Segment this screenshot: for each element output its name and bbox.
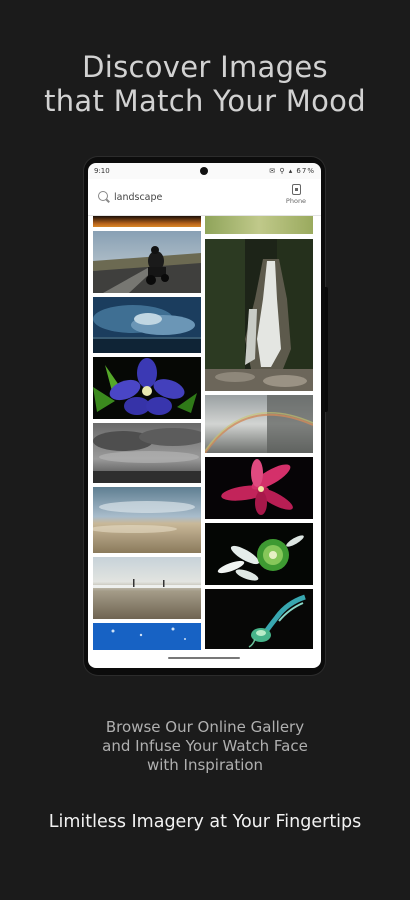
gallery-image-sunset-strip[interactable]	[93, 216, 201, 227]
gallery-image-grey-storm-clouds[interactable]	[93, 423, 201, 483]
phone-button[interactable]: Phone	[280, 182, 312, 212]
status-time: 9:10	[94, 167, 110, 175]
camera-icon	[200, 167, 208, 175]
subtitle-line-3: with Inspiration	[146, 756, 264, 774]
gallery-image-green-grass-strip[interactable]	[205, 216, 313, 234]
gallery-image-motorcyclist-on-road[interactable]	[93, 231, 201, 293]
gallery-image-pink-lily[interactable]	[205, 457, 313, 519]
search-toolbar: Phone	[88, 179, 321, 216]
subtitle: Browse Our Online Gallery and Infuse You…	[0, 718, 410, 775]
gallery-image-green-jellyfish[interactable]	[205, 589, 313, 649]
search-icon	[98, 191, 108, 201]
headline-line-1: Discover Images	[82, 50, 328, 84]
gallery-image-rainbow-in-mist[interactable]	[205, 395, 313, 453]
phone-icon	[291, 184, 301, 195]
navigation-bar	[88, 650, 321, 668]
home-gesture-handle[interactable]	[168, 657, 240, 659]
status-bar: 9:10 ✉ ⚲ ▴ 67%	[88, 163, 321, 179]
subtitle-line-1: Browse Our Online Gallery	[105, 718, 305, 736]
gallery-image-purple-flower[interactable]	[93, 357, 201, 419]
phone-button-label: Phone	[285, 197, 307, 205]
gallery-image-clouds-over-plain[interactable]	[93, 487, 201, 553]
search-input[interactable]	[114, 187, 274, 207]
gallery-image-waterfall[interactable]	[205, 239, 313, 391]
headline-line-2: that Match Your Mood	[44, 84, 366, 118]
phone-side-button	[325, 287, 328, 412]
subtitle-line-2: and Infuse Your Watch Face	[102, 737, 308, 755]
gallery-image-blue-underwater[interactable]	[93, 623, 201, 650]
headline: Discover Images that Match Your Mood	[0, 50, 410, 118]
tagline: Limitless Imagery at Your Fingertips	[48, 812, 362, 832]
gallery-image-beach-shore[interactable]	[93, 557, 201, 619]
gallery-image-white-green-flower[interactable]	[205, 523, 313, 585]
gallery-image-blue-cloudy-sky[interactable]	[93, 297, 201, 353]
phone-screen: 9:10 ✉ ⚲ ▴ 67% Phone	[88, 163, 321, 668]
status-icons: ✉ ⚲ ▴ 67%	[269, 167, 315, 175]
image-gallery	[88, 216, 321, 650]
